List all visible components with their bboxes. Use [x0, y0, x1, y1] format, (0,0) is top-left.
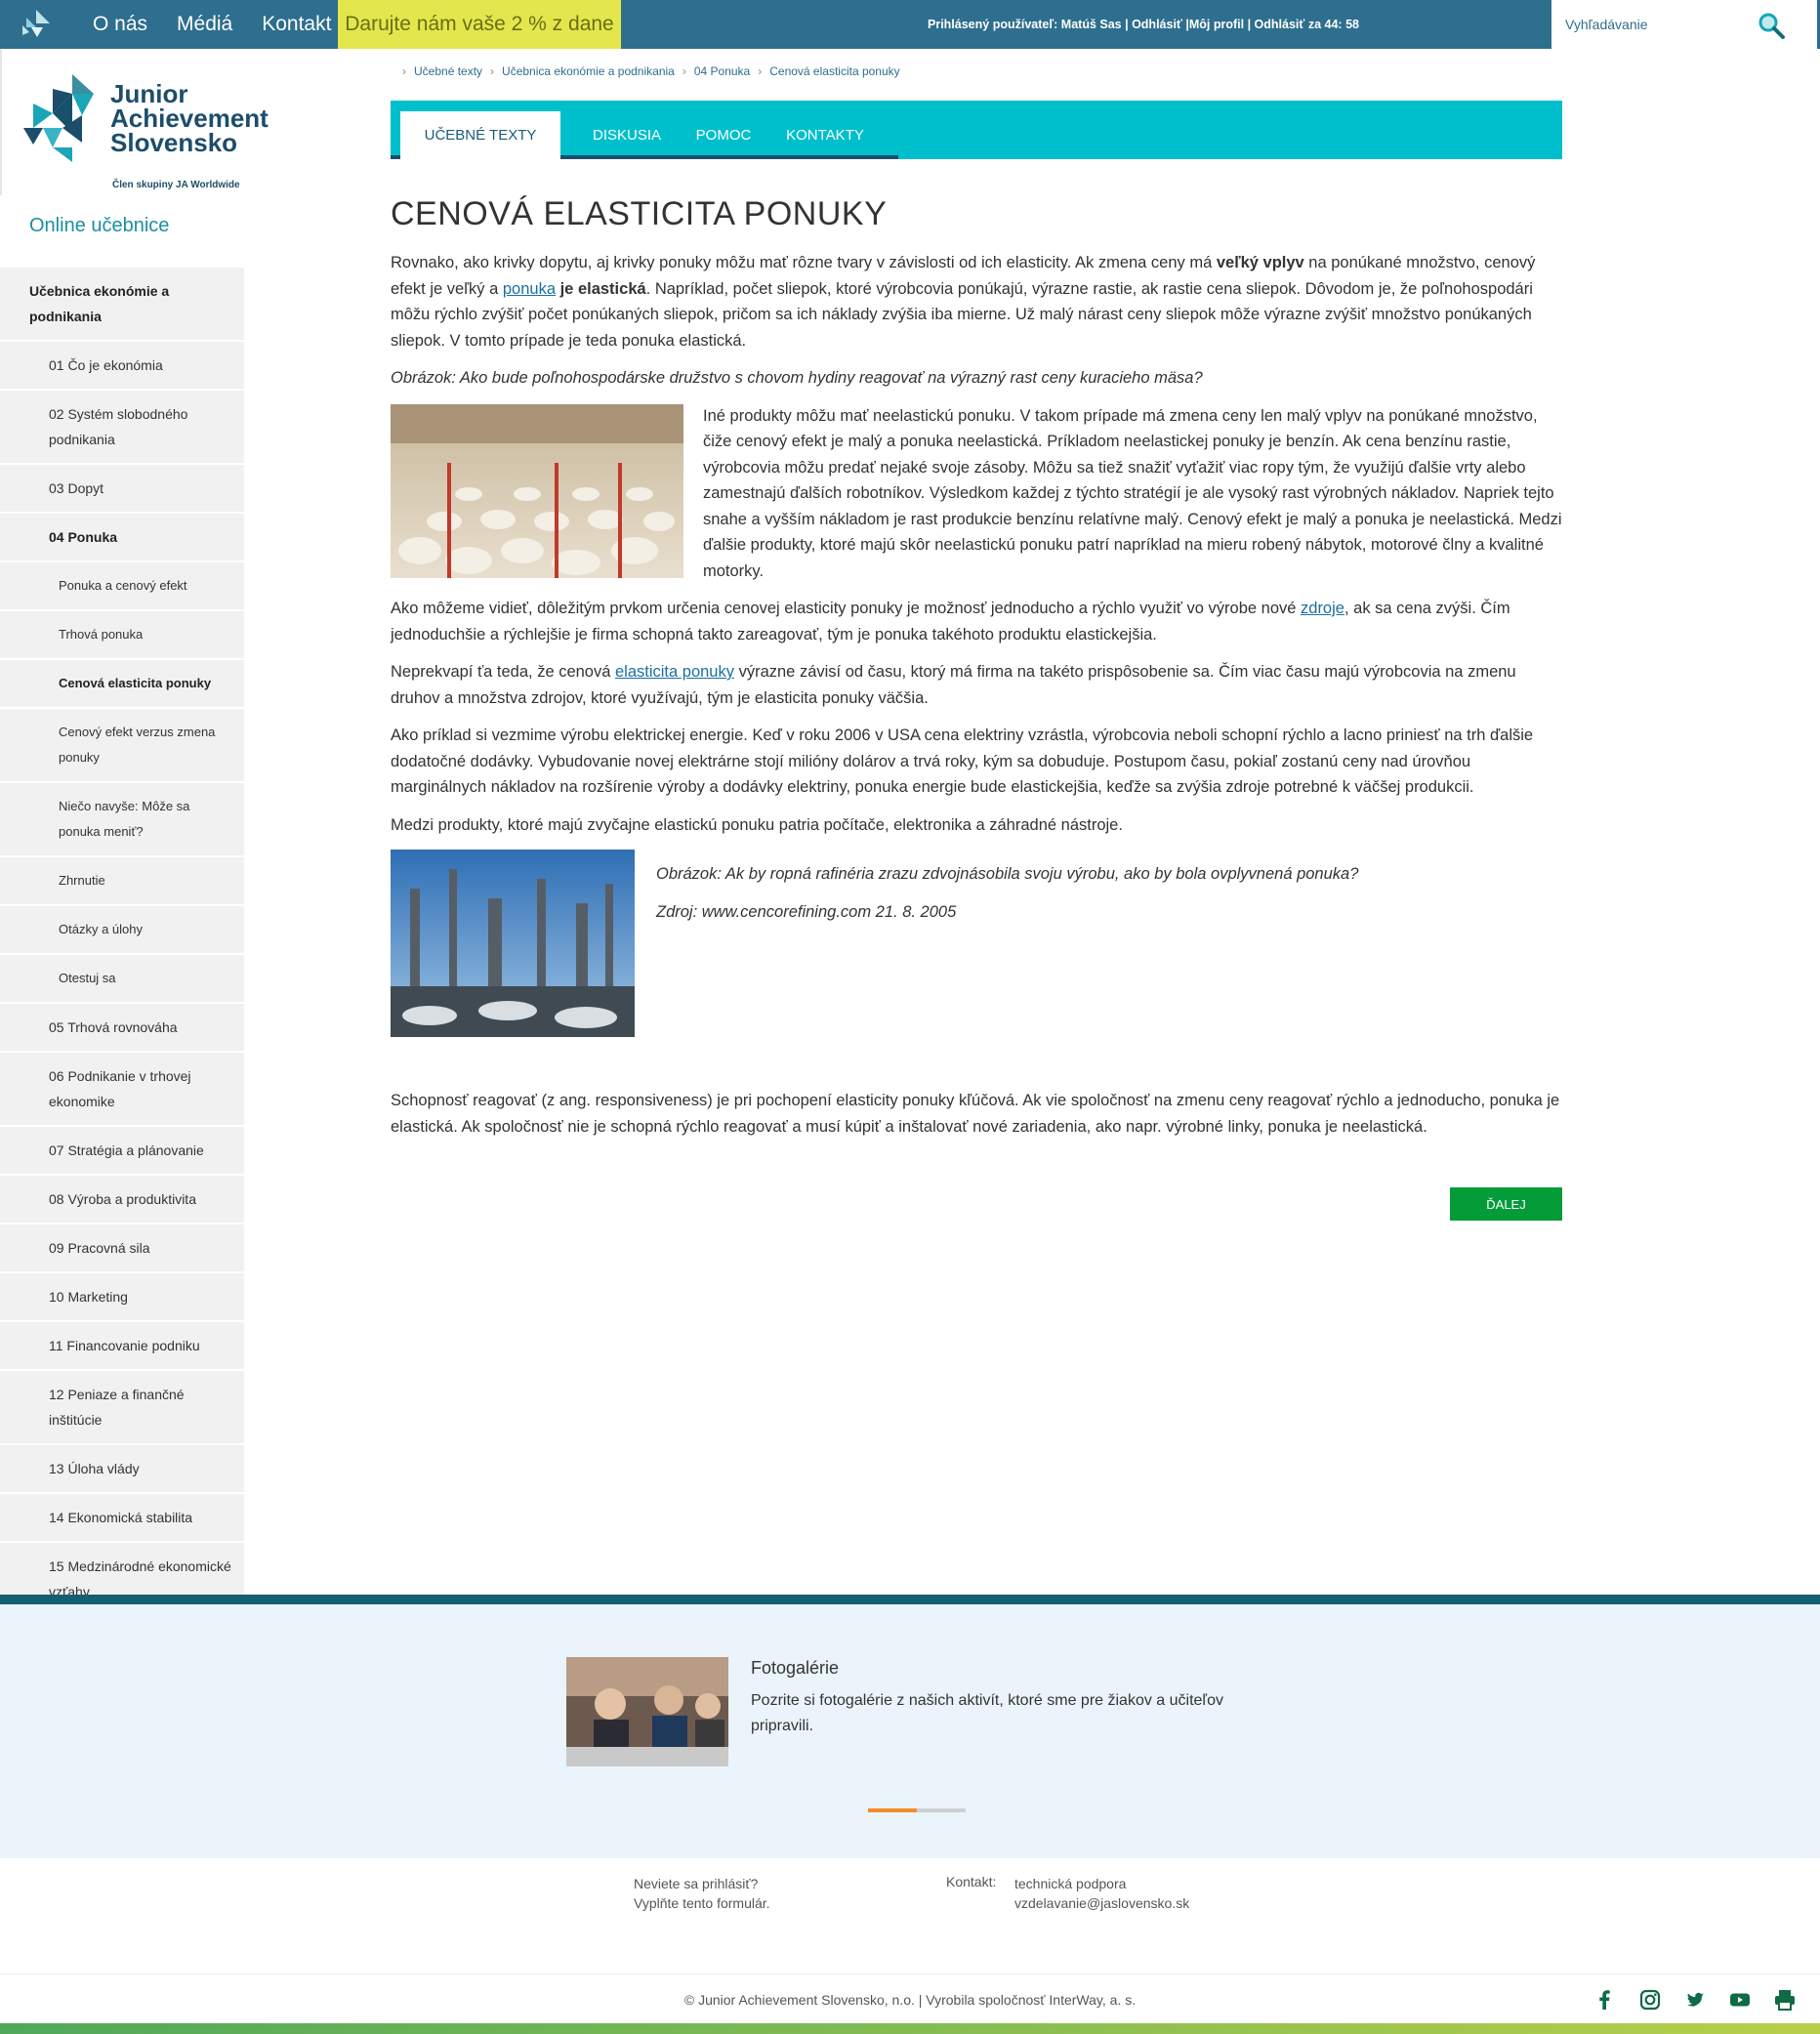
figure-source: Zdroj: www.cencorefining.com 21. 8. 2005 [656, 902, 957, 921]
copyright: © Junior Achievement Slovensko, n.o. | V… [683, 1992, 1137, 2008]
sidebar-item[interactable]: Zhrnutie [0, 857, 244, 906]
breadcrumb-item[interactable]: Učebné texty [414, 64, 482, 78]
sidebar-item[interactable]: Učebnica ekonómie a podnikania [0, 268, 244, 342]
glossary-link[interactable]: ponuka [503, 280, 556, 298]
sidebar-item[interactable]: 08 Výroba a produktivita [0, 1176, 244, 1225]
sidebar-item[interactable]: 11 Financovanie podniku [0, 1322, 244, 1371]
top-bar: O nás Médiá Kontakt Darujte nám vaše 2 %… [0, 0, 1820, 49]
sidebar-item[interactable]: Ponuka a cenový efekt [0, 562, 244, 611]
bottom-accent-bar [0, 2023, 1820, 2034]
sidebar-item[interactable]: 09 Pracovná sila [0, 1225, 244, 1273]
poultry-farm-image [391, 404, 683, 578]
login-help: Neviete sa prihlásiť? Vyplňte tento form… [634, 1874, 770, 1913]
footer-divider [0, 1973, 1820, 1974]
paragraph: Rovnako, ako krivky dopytu, aj krivky po… [391, 254, 1536, 350]
chevron-right-icon: › [490, 64, 495, 78]
brand[interactable]: Junior Achievement Slovensko Člen skupin… [0, 49, 293, 195]
instagram-icon[interactable] [1636, 1986, 1664, 2013]
sidebar-title[interactable]: Online učebnice [29, 215, 169, 237]
tab-help[interactable]: POMOC [683, 111, 764, 159]
facebook-icon[interactable] [1592, 1986, 1619, 2013]
sidebar-menu: Učebnica ekonómie a podnikania 01 Čo je e… [0, 268, 244, 1666]
sidebar-item[interactable]: 02 Systém slobodného podnikania [0, 391, 244, 465]
gallery-title[interactable]: Fotogalérie [751, 1658, 839, 1679]
contact-email[interactable]: vzdelavanie@jaslovensko.sk [1014, 1893, 1189, 1913]
search-box [1551, 0, 1817, 49]
sidebar-item[interactable]: 06 Podnikanie v trhovej ekonomike [0, 1053, 244, 1127]
breadcrumb-item[interactable]: Cenová elasticita ponuky [769, 64, 899, 78]
search-icon[interactable] [1757, 11, 1786, 40]
search-input[interactable] [1565, 11, 1760, 38]
breadcrumb-item[interactable]: 04 Ponuka [694, 64, 750, 78]
paragraph: Ako môžeme vidieť, dôležitým prvkom urče… [391, 600, 1510, 643]
sidebar-item[interactable]: 12 Peniaze a finančné inštitúcie [0, 1371, 244, 1445]
oil-refinery-image [391, 850, 635, 1037]
login-form-link[interactable]: Vyplňte tento formulár. [634, 1893, 770, 1913]
sidebar-item[interactable]: Cenový efekt verzus zmena ponuky [0, 709, 244, 783]
chevron-right-icon: › [402, 64, 406, 78]
user-info[interactable]: Prihlásený používateľ: Matúš Sas | Odhlá… [928, 0, 1359, 49]
sidebar-item[interactable]: Niečo navyše: Môže sa ponuka meniť? [0, 783, 244, 857]
login-question: Neviete sa prihlásiť? [634, 1876, 759, 1891]
next-button[interactable]: ĎALEJ [1450, 1187, 1562, 1221]
youtube-icon[interactable] [1726, 1986, 1754, 2013]
paragraph: Medzi produkty, ktoré majú zvyčajne elas… [391, 815, 1123, 834]
sidebar-item[interactable]: 04 Ponuka [0, 514, 244, 562]
sidebar-item[interactable]: Otestuj sa [0, 955, 244, 1004]
contact-label: Kontakt: [946, 1874, 997, 1889]
twitter-icon[interactable] [1681, 1986, 1709, 2013]
ja-logo-mark [23, 74, 94, 162]
contact-info: technická podpora vzdelavanie@jaslovensk… [1014, 1874, 1189, 1913]
sidebar-item[interactable]: 14 Ekonomická stabilita [0, 1494, 244, 1543]
top-nav: O nás Médiá Kontakt [78, 0, 346, 49]
tab-bar: UČEBNÉ TEXTY DISKUSIA POMOC KONTAKTY [391, 101, 1562, 159]
nav-about[interactable]: O nás [93, 13, 147, 36]
chevron-right-icon: › [758, 64, 763, 78]
figure-caption: Obrázok: Ak by ropná rafinéria zrazu zdv… [656, 865, 1359, 883]
paragraph: Ako príklad si vezmime výrobu elektricke… [391, 726, 1534, 796]
print-icon[interactable] [1771, 1986, 1799, 2013]
breadcrumb-item[interactable]: Učebnica ekonómie a podnikania [502, 64, 675, 78]
sidebar-item[interactable]: Otázky a úlohy [0, 906, 244, 955]
page-title: CENOVÁ ELASTICITA PONUKY [391, 195, 888, 232]
sidebar-item[interactable]: 07 Stratégia a plánovanie [0, 1127, 244, 1176]
glossary-link[interactable]: elasticita ponuky [615, 663, 734, 681]
sidebar-item[interactable]: 10 Marketing [0, 1273, 244, 1322]
breadcrumb: › Učebné texty › Učebnica ekonómie a pod… [402, 64, 908, 78]
paragraph: Iné produkty môžu mať neelastickú ponuku… [703, 406, 1562, 580]
gallery-text: Pozrite si fotogalérie z našich aktivít,… [751, 1692, 1223, 1734]
sidebar: Junior Achievement Slovensko Člen skupin… [0, 49, 269, 1666]
sidebar-item[interactable]: 03 Dopyt [0, 465, 244, 514]
tab-discussion[interactable]: DISKUSIA [578, 111, 676, 159]
figure-caption: Obrázok: Ako bude poľnohospodárske družs… [391, 369, 1203, 387]
sidebar-item[interactable]: 13 Úloha vlády [0, 1445, 244, 1494]
gallery-photo[interactable] [566, 1657, 728, 1766]
tab-texts[interactable]: UČEBNÉ TEXTY [400, 111, 560, 159]
donate-button[interactable]: Darujte nám vaše 2 % z dane [338, 0, 621, 49]
contact-support: technická podpora [1014, 1876, 1127, 1891]
sidebar-item[interactable]: 05 Trhová rovnováha [0, 1004, 244, 1053]
figure-refinery-text: Obrázok: Ak by ropná rafinéria zrazu zdv… [656, 850, 1562, 1037]
sidebar-item[interactable]: 01 Čo je ekonómia [0, 342, 244, 391]
paragraph: Neprekvapí ťa teda, že cenová elasticita… [391, 663, 1516, 707]
glossary-link[interactable]: zdroje [1301, 600, 1344, 617]
sidebar-item[interactable]: Cenová elasticita ponuky [0, 660, 244, 709]
carousel-indicator-fill [868, 1808, 917, 1812]
brand-name: Junior Achievement Slovensko [110, 79, 269, 157]
nav-contact[interactable]: Kontakt [262, 13, 331, 36]
brand-subtitle: Člen skupiny JA Worldwide [112, 180, 240, 190]
ja-logo-icon[interactable] [18, 6, 55, 43]
nav-media[interactable]: Médiá [177, 13, 232, 36]
sidebar-item[interactable]: Trhová ponuka [0, 611, 244, 660]
chevron-right-icon: › [682, 64, 686, 78]
tab-contacts[interactable]: KONTAKTY [776, 111, 874, 159]
paragraph: Schopnosť reagovať (z ang. responsivenes… [391, 1092, 1560, 1136]
carousel-indicator[interactable] [868, 1808, 966, 1812]
social-links [1592, 1986, 1816, 2013]
